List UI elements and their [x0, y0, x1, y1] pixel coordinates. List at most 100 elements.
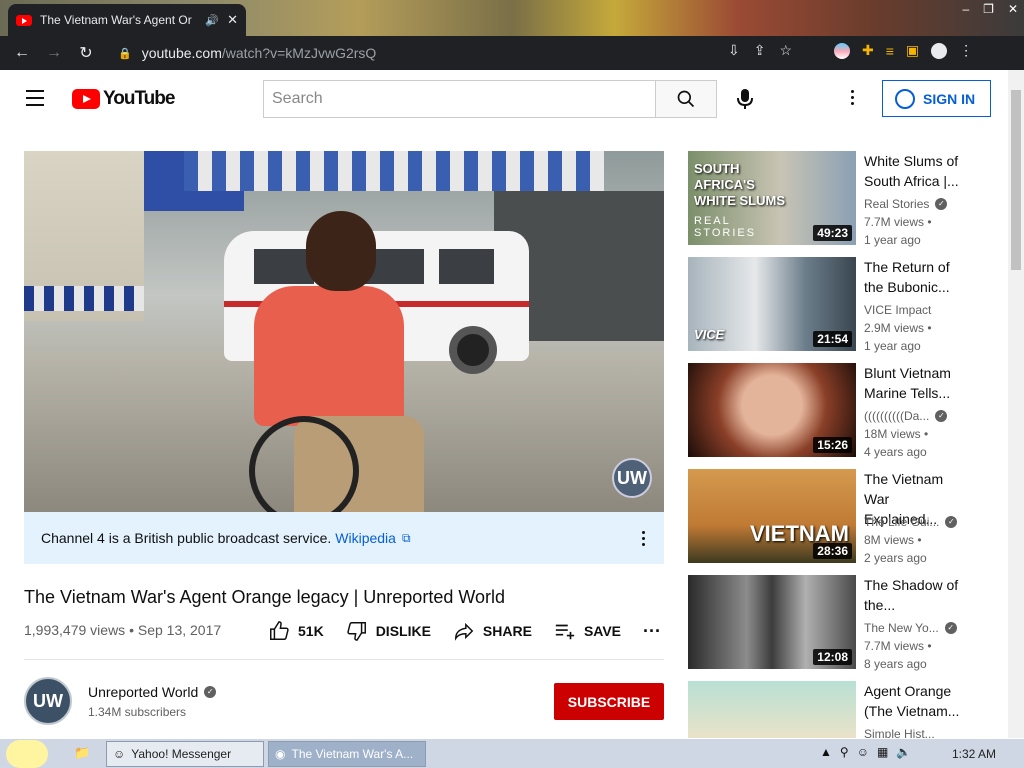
clock[interactable]: 1:32 AM	[952, 747, 996, 761]
media-queue-icon[interactable]: ≡	[886, 43, 894, 59]
recommendation-channel[interactable]: The Life Gui... ✓	[864, 515, 974, 529]
side-panel-icon[interactable]: ▣	[906, 42, 919, 59]
reload-icon[interactable]: ↻	[70, 43, 102, 63]
save-button[interactable]: SAVE	[554, 620, 621, 642]
recommendation-channel[interactable]: The New Yo... ✓	[864, 621, 974, 635]
channel-avatar[interactable]: UW	[24, 677, 72, 725]
extensions-puzzle-icon[interactable]: ✚	[862, 42, 874, 59]
video-thumbnail[interactable]: SOUTH AFRICA'S WHITE SLUMS REAL STORIES …	[688, 151, 856, 245]
audio-playing-icon[interactable]: 🔊	[205, 14, 219, 27]
share-label: SHARE	[482, 623, 532, 639]
scrollbar-thumb[interactable]	[1011, 90, 1021, 270]
account-icon	[895, 88, 915, 109]
recommendation-title[interactable]: White Slums of South Africa |...	[864, 151, 966, 191]
youtube-logo[interactable]: YouTube	[72, 88, 175, 110]
youtube-favicon-icon	[16, 14, 32, 26]
bookmark-star-icon[interactable]: ☆	[779, 42, 792, 59]
search-tray-icon[interactable]: ⚲	[840, 745, 849, 759]
recommendation-title[interactable]: The Shadow of the...	[864, 575, 966, 615]
video-thumbnail[interactable]: 12:08	[688, 575, 856, 669]
channel-watermark[interactable]: UW	[612, 458, 652, 498]
recommendation-title[interactable]: The Return of the Bubonic...	[864, 257, 966, 297]
close-tab-icon[interactable]: ✕	[227, 12, 238, 28]
chrome-icon: ◉	[275, 747, 286, 761]
hamburger-menu-icon[interactable]	[26, 90, 44, 111]
info-panel-menu-icon[interactable]	[642, 531, 645, 549]
address-bar[interactable]: 🔒 youtube.com/watch?v=kMzJvwG2rsQ	[108, 39, 824, 67]
share-button[interactable]: SHARE	[453, 620, 532, 642]
sign-in-button[interactable]: SIGN IN	[882, 80, 991, 117]
video-thumbnail[interactable]: 15:26	[688, 363, 856, 457]
close-window-button[interactable]: ✕	[1008, 2, 1018, 16]
recommendation-channel[interactable]: Real Stories ✓	[864, 197, 974, 211]
voice-search-button[interactable]	[736, 88, 754, 115]
recommendation-title[interactable]: Agent Orange (The Vietnam...	[864, 681, 966, 721]
taskbar-yahoo-messenger[interactable]: ☺ Yahoo! Messenger	[106, 741, 264, 767]
wikipedia-link[interactable]: Wikipedia	[335, 530, 396, 546]
thumbnail-caption: VICE	[694, 327, 725, 342]
recommendation-item[interactable]: 15:26 Blunt Vietnam Marine Tells... ((((…	[688, 363, 998, 459]
recommendation-channel[interactable]: VICE Impact	[864, 303, 974, 317]
browser-toolbar: ← → ↻ 🔒 youtube.com/watch?v=kMzJvwG2rsQ …	[0, 36, 1024, 70]
tab-title: The Vietnam War's Agent Or	[40, 13, 192, 27]
video-thumbnail[interactable]: VICE 21:54	[688, 257, 856, 351]
recommendation-channel[interactable]: ((((((((((Da... ✓	[864, 409, 974, 423]
video-player[interactable]: UW	[24, 151, 664, 512]
playlist-add-icon	[555, 624, 575, 640]
page-scrollbar[interactable]	[1008, 70, 1024, 738]
messenger-tray-icon[interactable]: ☺	[857, 745, 869, 759]
video-duration: 21:54	[813, 331, 852, 347]
channel-name-row[interactable]: Unreported World ✓	[88, 684, 217, 700]
back-arrow-icon[interactable]: ←	[6, 44, 38, 62]
scene-presenter-shirt	[254, 286, 404, 426]
network-icon[interactable]: ▦	[877, 745, 888, 759]
channel-label: The Life Gui...	[864, 515, 940, 529]
search-input[interactable]: Search	[263, 80, 655, 118]
dislike-button[interactable]: DISLIKE	[346, 620, 431, 642]
recommendation-age: 1 year ago	[864, 339, 921, 353]
vlc-icon[interactable]: ▲	[820, 745, 832, 759]
forward-arrow-icon[interactable]: →	[38, 44, 70, 62]
extension-flag-icon[interactable]	[834, 42, 850, 59]
folder-icon[interactable]: 📁	[74, 745, 90, 761]
subscribe-button[interactable]: SUBSCRIBE	[554, 683, 664, 720]
channel-name[interactable]: Unreported World	[88, 684, 198, 700]
video-views-date: 1,993,479 views • Sep 13, 2017	[24, 622, 222, 638]
recommendation-item[interactable]: VICE 21:54 The Return of the Bubonic... …	[688, 257, 998, 353]
subscriber-count: 1.34M subscribers	[88, 705, 187, 719]
logo-wordmark: YouTube	[103, 88, 175, 109]
volume-icon[interactable]: 🔈	[896, 745, 911, 759]
video-thumbnail[interactable]: VIETNAM 28:36	[688, 469, 856, 563]
lock-icon[interactable]: 🔒	[118, 47, 132, 60]
recommendation-title[interactable]: Blunt Vietnam Marine Tells...	[864, 363, 966, 403]
recommendation-item[interactable]: Agent Orange (The Vietnam... Simple Hist…	[688, 681, 998, 738]
system-tray: ▲ ⚲ ☺ ▦ 🔈	[820, 745, 911, 759]
channel-label: ((((((((((Da...	[864, 409, 930, 423]
youtube-header: YouTube Search SIGN IN	[0, 70, 1008, 128]
url-path: /watch?v=kMzJvwG2rsQ	[221, 45, 377, 61]
recommendation-item[interactable]: VIETNAM 28:36 The Vietnam War Explained.…	[688, 469, 998, 565]
like-button[interactable]: 51K	[268, 620, 324, 642]
video-thumbnail[interactable]	[688, 681, 856, 738]
browser-menu-icon[interactable]: ⋮	[959, 42, 973, 59]
extensions-area: ✚ ≡ ▣ ⋮	[834, 42, 973, 59]
verified-check-icon: ✓	[945, 516, 958, 528]
recommendation-item[interactable]: SOUTH AFRICA'S WHITE SLUMS REAL STORIES …	[688, 151, 998, 247]
browser-tab[interactable]: The Vietnam War's Agent Or 🔊 ✕	[8, 4, 246, 36]
install-app-icon[interactable]: ⇩	[728, 42, 740, 59]
recommendation-views: 7.7M views •	[864, 639, 932, 653]
taskbar-chrome-window[interactable]: ◉ The Vietnam War's A...	[268, 741, 426, 767]
search-button[interactable]	[655, 80, 717, 118]
start-smiley-icon[interactable]	[6, 740, 48, 768]
recommendation-channel[interactable]: Simple Hist...	[864, 727, 974, 738]
settings-menu-icon[interactable]	[851, 90, 854, 108]
taskbar-item-label: Yahoo! Messenger	[131, 747, 232, 761]
more-actions-icon[interactable]: ···	[643, 621, 661, 642]
recommendation-age: 4 years ago	[864, 445, 927, 459]
minimize-button[interactable]: –	[962, 2, 969, 16]
restore-button[interactable]: ❐	[983, 2, 994, 16]
recommendation-item[interactable]: 12:08 The Shadow of the... The New Yo...…	[688, 575, 998, 671]
profile-avatar-icon[interactable]	[931, 42, 948, 59]
video-duration: 15:26	[813, 437, 852, 453]
share-page-icon[interactable]: ⇪	[754, 42, 766, 59]
